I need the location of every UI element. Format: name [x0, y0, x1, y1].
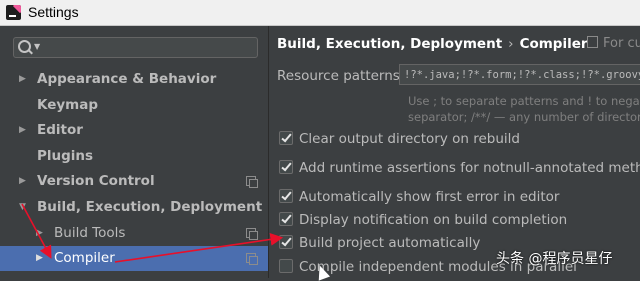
- annotation-arrow-to-compiler: [21, 203, 52, 259]
- annotation-arrows: [21, 203, 284, 263]
- annotation-arrow-to-build-automatically: [114, 233, 284, 263]
- watermark: 头条 @程序员星仔: [496, 251, 613, 267]
